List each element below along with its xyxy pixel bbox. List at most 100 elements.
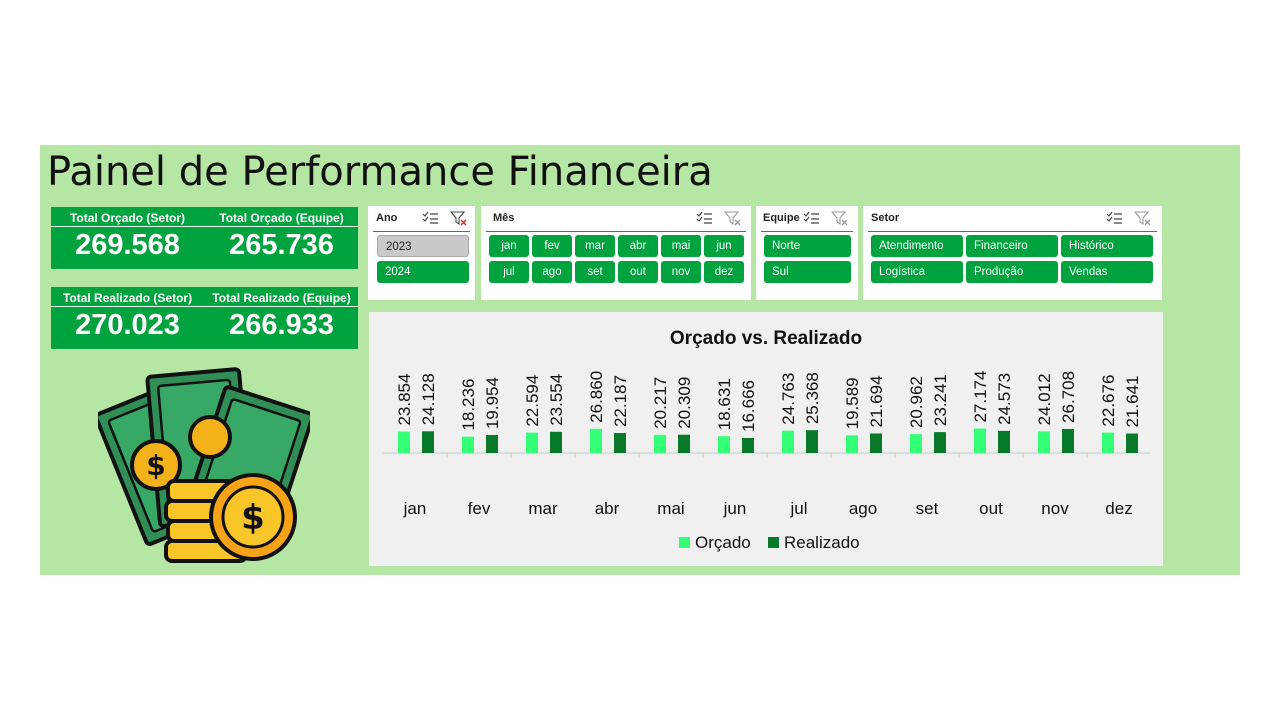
slicer-equipe: Equipe Norte Sul bbox=[756, 206, 858, 300]
category-label: jun bbox=[723, 499, 747, 518]
slicer-item-producao[interactable]: Produção bbox=[966, 261, 1058, 283]
slicer-item-2023[interactable]: 2023 bbox=[377, 235, 469, 257]
slicer-mes: Mês jan fev mar abr mai jun jul ago set … bbox=[481, 206, 751, 300]
slicer-header: Equipe bbox=[763, 212, 800, 224]
slicer-item-abr[interactable]: abr bbox=[618, 235, 658, 257]
money-illustration: $ $ bbox=[98, 367, 310, 563]
data-label: 24.128 bbox=[419, 373, 438, 425]
bar-orcado bbox=[526, 432, 538, 453]
multi-select-icon[interactable] bbox=[1106, 210, 1124, 226]
slicer-item-mai[interactable]: mai bbox=[661, 235, 701, 257]
kpi-label: Total Orçado (Setor) bbox=[69, 211, 186, 225]
slicer-item-ago[interactable]: ago bbox=[532, 261, 572, 283]
slicer-item-nov[interactable]: nov bbox=[661, 261, 701, 283]
category-label: jan bbox=[403, 499, 427, 518]
category-label: dez bbox=[1105, 499, 1132, 518]
slicer-item-norte[interactable]: Norte bbox=[764, 235, 851, 257]
data-label: 20.309 bbox=[675, 377, 694, 429]
category-label: mar bbox=[528, 499, 558, 518]
category-label: ago bbox=[849, 499, 877, 518]
slicer-setor: Setor Atendimento Financeiro Histórico L… bbox=[863, 206, 1162, 300]
slicer-item-2024[interactable]: 2024 bbox=[377, 261, 469, 283]
kpi-orcado-equipe: Total Orçado (Equipe) 265.736 bbox=[205, 207, 358, 269]
kpi-value: 270.023 bbox=[75, 309, 180, 341]
bar-realizado bbox=[870, 433, 882, 453]
data-label: 22.594 bbox=[523, 375, 542, 427]
kpi-value: 265.736 bbox=[229, 229, 334, 261]
data-label: 24.012 bbox=[1035, 373, 1054, 425]
category-label: mai bbox=[657, 499, 684, 518]
kpi-value: 266.933 bbox=[229, 309, 334, 341]
bar-realizado bbox=[550, 431, 562, 453]
data-label: 20.962 bbox=[907, 376, 926, 428]
multi-select-icon[interactable] bbox=[696, 210, 714, 226]
bar-realizado bbox=[934, 432, 946, 453]
bar-orcado bbox=[590, 428, 602, 453]
slicer-item-out[interactable]: out bbox=[618, 261, 658, 283]
data-label: 19.954 bbox=[483, 377, 502, 429]
slicer-header: Ano bbox=[376, 212, 398, 224]
clear-filter-icon[interactable] bbox=[831, 210, 849, 226]
kpi-card-realizado: Total Realizado (Setor) 270.023 Total Re… bbox=[51, 287, 358, 349]
multi-select-icon[interactable] bbox=[803, 210, 821, 226]
data-label: 19.589 bbox=[843, 377, 862, 429]
slicer-item-historico[interactable]: Histórico bbox=[1061, 235, 1153, 257]
kpi-realizado-equipe: Total Realizado (Equipe) 266.933 bbox=[205, 287, 358, 349]
bar-orcado bbox=[462, 436, 474, 453]
legend-swatch-orcado bbox=[679, 537, 690, 548]
bar-orcado bbox=[782, 430, 794, 453]
slicer-item-logistica[interactable]: Logística bbox=[871, 261, 963, 283]
svg-text:$: $ bbox=[146, 449, 165, 482]
data-label: 24.763 bbox=[779, 373, 798, 425]
bar-realizado bbox=[614, 433, 626, 453]
clear-filter-icon[interactable] bbox=[450, 210, 468, 226]
slicer-item-dez[interactable]: dez bbox=[704, 261, 744, 283]
slicer-item-jul[interactable]: jul bbox=[489, 261, 529, 283]
bar-orcado bbox=[910, 434, 922, 453]
slicer-item-jun[interactable]: jun bbox=[704, 235, 744, 257]
clear-filter-icon[interactable] bbox=[724, 210, 742, 226]
data-label: 24.573 bbox=[995, 373, 1014, 425]
bar-orcado bbox=[654, 434, 666, 453]
bar-realizado bbox=[422, 431, 434, 453]
data-label: 18.631 bbox=[715, 378, 734, 430]
legend-swatch-realizado bbox=[768, 537, 779, 548]
dashboard-panel: Painel de Performance Financeira Total O… bbox=[40, 145, 1240, 575]
bar-orcado bbox=[846, 435, 858, 453]
data-label: 22.187 bbox=[611, 375, 630, 427]
slicer-item-sul[interactable]: Sul bbox=[764, 261, 851, 283]
bar-realizado bbox=[1062, 428, 1074, 453]
slicer-item-atendimento[interactable]: Atendimento bbox=[871, 235, 963, 257]
clear-filter-icon[interactable] bbox=[1134, 210, 1152, 226]
slicer-item-financeiro[interactable]: Financeiro bbox=[966, 235, 1058, 257]
data-label: 21.641 bbox=[1123, 376, 1142, 428]
slicer-ano: Ano 2023 2024 bbox=[368, 206, 475, 300]
kpi-value: 269.568 bbox=[75, 229, 180, 261]
slicer-item-set[interactable]: set bbox=[575, 261, 615, 283]
bar-orcado bbox=[398, 431, 410, 453]
bar-realizado bbox=[1126, 433, 1138, 453]
data-label: 27.174 bbox=[971, 371, 990, 423]
category-label: out bbox=[979, 499, 1003, 518]
kpi-card-orcado: Total Orçado (Setor) 269.568 Total Orçad… bbox=[51, 207, 358, 269]
data-label: 23.854 bbox=[395, 374, 414, 426]
data-label: 18.236 bbox=[459, 379, 478, 431]
legend-label-orcado: Orçado bbox=[695, 533, 751, 552]
bar-orcado bbox=[1038, 431, 1050, 453]
data-label: 20.217 bbox=[651, 377, 670, 429]
slicer-header: Mês bbox=[493, 212, 515, 224]
slicer-item-jan[interactable]: jan bbox=[489, 235, 529, 257]
slicer-item-vendas[interactable]: Vendas bbox=[1061, 261, 1153, 283]
data-label: 16.666 bbox=[739, 380, 758, 432]
slicer-item-fev[interactable]: fev bbox=[532, 235, 572, 257]
slicer-item-mar[interactable]: mar bbox=[575, 235, 615, 257]
bar-orcado bbox=[974, 428, 986, 453]
kpi-label: Total Realizado (Setor) bbox=[62, 291, 193, 305]
data-label: 21.694 bbox=[867, 375, 886, 427]
kpi-label: Total Realizado (Equipe) bbox=[212, 291, 351, 305]
multi-select-icon[interactable] bbox=[422, 210, 440, 226]
bar-realizado bbox=[742, 438, 754, 453]
data-label: 26.860 bbox=[587, 371, 606, 423]
category-label: set bbox=[916, 499, 939, 518]
chart-title: Orçado vs. Realizado bbox=[670, 328, 862, 349]
